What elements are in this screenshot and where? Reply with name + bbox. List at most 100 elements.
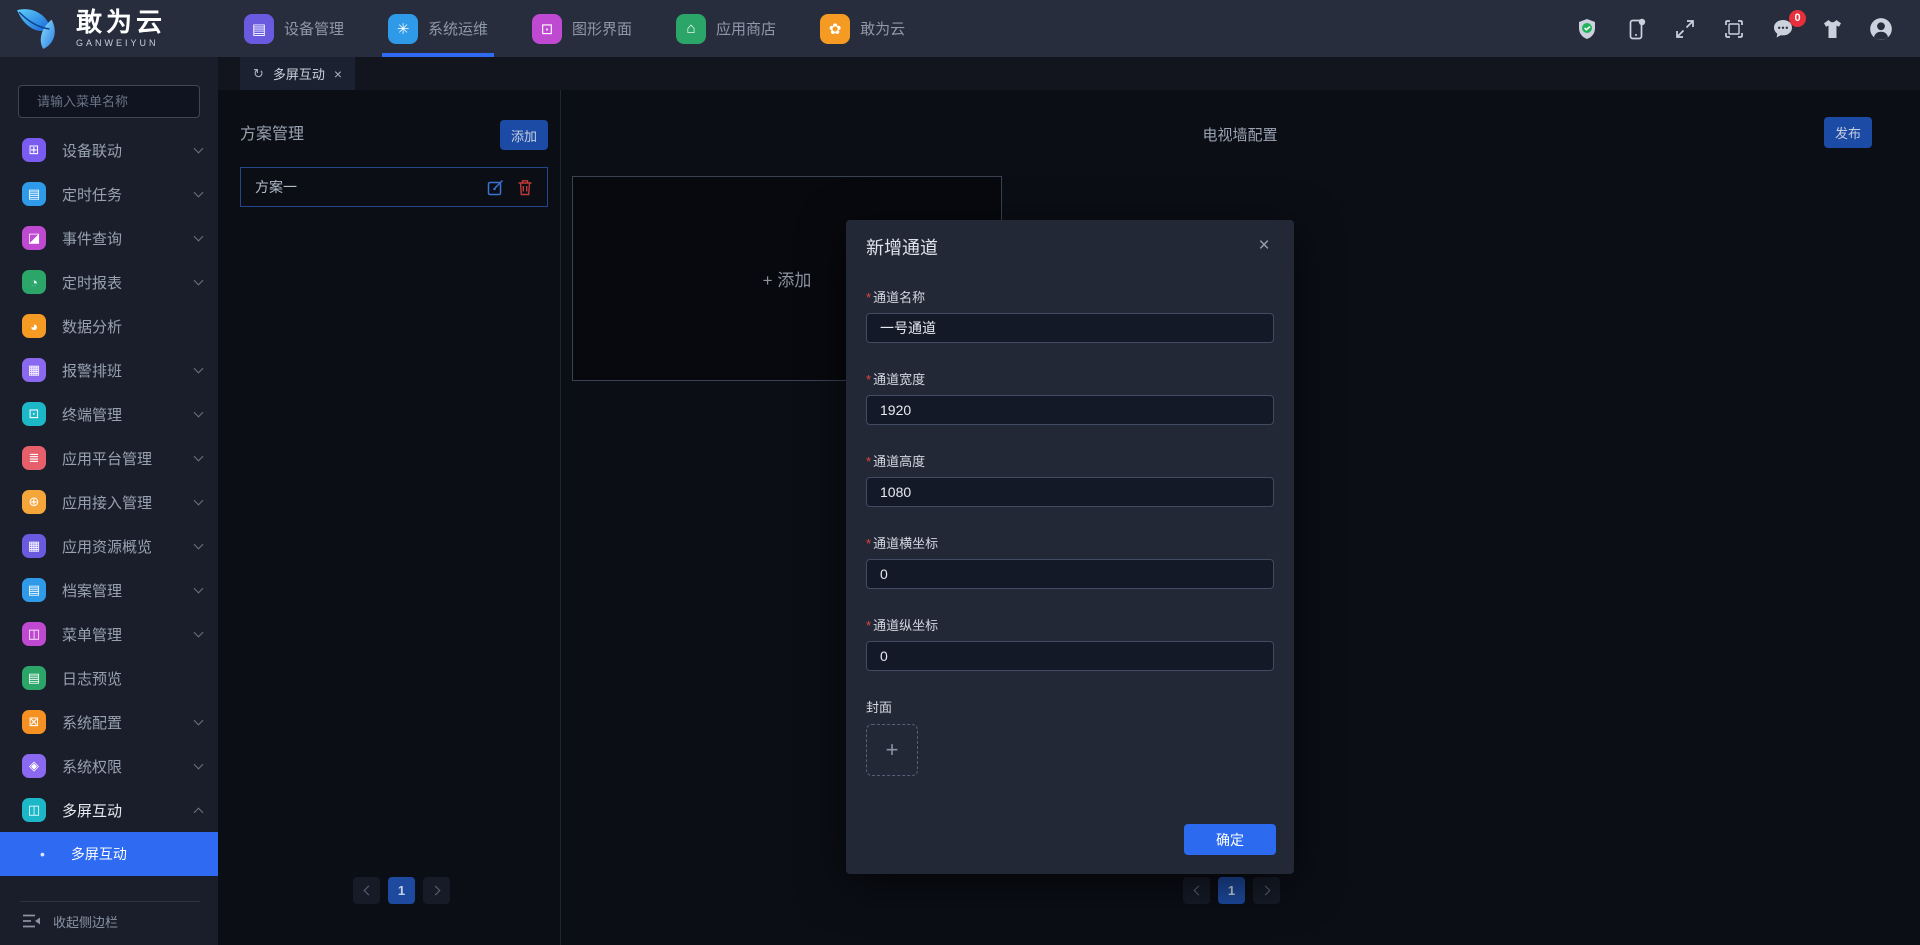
sidebar-item-label: 应用资源概览 — [62, 538, 153, 556]
sidebar-item-alarm-scheduling[interactable]: ▦ 报警排班 — [0, 348, 218, 392]
data-analysis-icon: ◕ — [22, 314, 46, 338]
cover-upload-button[interactable]: + — [866, 724, 918, 776]
required-asterisk: * — [866, 618, 872, 633]
sidebar-item-label: 数据分析 — [62, 318, 123, 336]
nav-menu: ▤ 设备管理 ✳ 系统运维 ⊡ 图形界面 ⌂ 应用商店 ✿ 敢为云 — [244, 0, 905, 57]
nav-item-device-management[interactable]: ▤ 设备管理 — [244, 0, 344, 57]
channel-height-input[interactable] — [866, 477, 1274, 507]
nav-item-label: 图形界面 — [572, 21, 633, 38]
sidebar-item-data-analysis[interactable]: ◕ 数据分析 — [0, 304, 218, 348]
tab-close-icon[interactable]: × — [334, 67, 342, 81]
sidebar-item-menu-management[interactable]: ◫ 菜单管理 — [0, 612, 218, 656]
add-channel-tile-label: + 添加 — [762, 271, 812, 290]
sidebar-item-label: 定时任务 — [62, 186, 123, 204]
sidebar-item-terminal-management[interactable]: ⊡ 终端管理 — [0, 392, 218, 436]
next-page-button[interactable] — [1253, 877, 1280, 904]
brand-title: 敢为云 — [76, 7, 167, 37]
sidebar: ⊞ 设备联动 ▤ 定时任务 ◪ 事件查询 ◔ 定时报表 ◕ 数据分析 — [0, 57, 218, 945]
sidebar-item-multiscreen[interactable]: ◫ 多屏互动 — [0, 788, 218, 832]
field-label: 通道横坐标 — [873, 536, 939, 551]
terminal-management-icon: ⊡ — [22, 402, 46, 426]
sidebar-item-event-query[interactable]: ◪ 事件查询 — [0, 216, 218, 260]
sidebar-menu: ⊞ 设备联动 ▤ 定时任务 ◪ 事件查询 ◔ 定时报表 ◕ 数据分析 ▦ 报警排… — [0, 128, 218, 876]
next-page-button[interactable] — [423, 877, 450, 904]
fullscreen-icon[interactable] — [1672, 16, 1698, 42]
tab-multiscreen[interactable]: ↻ 多屏互动 × — [240, 57, 356, 90]
chevron-down-icon — [193, 583, 204, 594]
field-channel-width: * 通道宽度 — [866, 372, 1274, 425]
mobile-device-icon[interactable] — [1623, 16, 1649, 42]
chevron-down-icon — [193, 187, 204, 198]
chevron-down-icon — [193, 143, 204, 154]
sidebar-item-archive-management[interactable]: ▤ 档案管理 — [0, 568, 218, 612]
add-channel-modal: 新增通道 × *通道名称 *通道宽度 *通道高度 *通道横坐标 *通道纵坐标 — [846, 220, 1294, 874]
nav-item-app-store[interactable]: ⌂ 应用商店 — [676, 0, 776, 57]
field-channel-x: * 通道横坐标 — [866, 536, 1274, 589]
sidebar-item-label: 报警排班 — [62, 362, 123, 380]
user-avatar[interactable] — [1868, 16, 1894, 42]
tab-label: 多屏互动 — [272, 67, 325, 82]
chevron-up-icon — [193, 807, 204, 817]
channel-width-input[interactable] — [866, 395, 1274, 425]
plan-list-item[interactable]: 方案一 — [240, 167, 548, 207]
nav-item-label: 系统运维 — [428, 21, 489, 38]
sidebar-item-label: 系统配置 — [62, 714, 123, 732]
ganweiyun-icon: ✿ — [820, 13, 851, 44]
sidebar-item-label: 设备联动 — [62, 142, 123, 160]
modal-title: 新增通道 — [866, 238, 938, 258]
sidebar-item-system-permissions[interactable]: ◈ 系统权限 — [0, 744, 218, 788]
publish-button[interactable]: 发布 — [1824, 117, 1872, 148]
prev-page-button[interactable] — [353, 877, 380, 904]
sidebar-item-label: 系统权限 — [62, 758, 123, 776]
tab-strip: ↻ 多屏互动 × — [218, 57, 1920, 90]
graphic-ui-icon: ⊡ — [532, 13, 563, 44]
system-config-icon: ⊠ — [22, 710, 46, 734]
nav-item-system-ops[interactable]: ✳ 系统运维 — [382, 0, 495, 57]
field-label: 通道宽度 — [873, 372, 926, 387]
screenshot-frame-icon[interactable] — [1721, 16, 1747, 42]
close-icon[interactable]: × — [1252, 234, 1276, 258]
chevron-down-icon — [193, 495, 204, 506]
plan-name: 方案一 — [255, 179, 297, 195]
page-number-button[interactable]: 1 — [388, 877, 415, 904]
sidebar-item-scheduled-tasks[interactable]: ▤ 定时任务 — [0, 172, 218, 216]
prev-page-button[interactable] — [1183, 877, 1210, 904]
sidebar-item-label: 菜单管理 — [62, 626, 123, 644]
delete-icon[interactable] — [517, 179, 533, 196]
multiscreen-icon: ◫ — [22, 798, 46, 822]
refresh-icon[interactable]: ↻ — [253, 66, 264, 82]
messages-icon[interactable]: 0 — [1770, 9, 1806, 42]
chevron-left-icon — [1193, 885, 1203, 896]
page-number-button[interactable]: 1 — [1218, 877, 1245, 904]
sidebar-item-system-config[interactable]: ⊠ 系统配置 — [0, 700, 218, 744]
nav-item-ganweiyun[interactable]: ✿ 敢为云 — [820, 0, 905, 57]
plan-pagination: 1 — [353, 877, 450, 904]
channel-y-input[interactable] — [866, 641, 1274, 671]
nav-item-label: 敢为云 — [860, 21, 906, 38]
scheduled-reports-icon: ◔ — [22, 270, 46, 294]
sidebar-item-log-preview[interactable]: ▤ 日志预览 — [0, 656, 218, 700]
menu-search-input[interactable] — [37, 94, 213, 109]
channel-name-input[interactable] — [866, 313, 1274, 343]
message-count-badge: 0 — [1789, 9, 1806, 27]
chevron-down-icon — [193, 627, 204, 638]
field-label: 通道高度 — [873, 454, 926, 469]
edit-icon[interactable] — [487, 179, 504, 196]
sidebar-item-device-linkage[interactable]: ⊞ 设备联动 — [0, 128, 218, 172]
sidebar-item-label: 应用平台管理 — [62, 450, 153, 468]
theme-shirt-icon[interactable] — [1819, 16, 1845, 42]
security-shield-icon[interactable] — [1574, 16, 1600, 42]
sidebar-subitem-multiscreen[interactable]: • 多屏互动 — [0, 832, 218, 876]
channel-x-input[interactable] — [866, 559, 1274, 589]
add-plan-button[interactable]: 添加 — [500, 120, 548, 150]
sidebar-item-app-platform-management[interactable]: ≣ 应用平台管理 — [0, 436, 218, 480]
confirm-button[interactable]: 确定 — [1184, 824, 1276, 855]
sidebar-item-label: 定时报表 — [62, 274, 123, 292]
chevron-down-icon — [193, 231, 204, 242]
system-ops-icon: ✳ — [388, 13, 419, 44]
sidebar-item-app-resource-overview[interactable]: ▦ 应用资源概览 — [0, 524, 218, 568]
sidebar-item-app-access-management[interactable]: ⊕ 应用接入管理 — [0, 480, 218, 524]
collapse-sidebar-button[interactable]: 收起侧边栏 — [22, 905, 118, 937]
nav-item-graphic-ui[interactable]: ⊡ 图形界面 — [532, 0, 632, 57]
sidebar-item-scheduled-reports[interactable]: ◔ 定时报表 — [0, 260, 218, 304]
